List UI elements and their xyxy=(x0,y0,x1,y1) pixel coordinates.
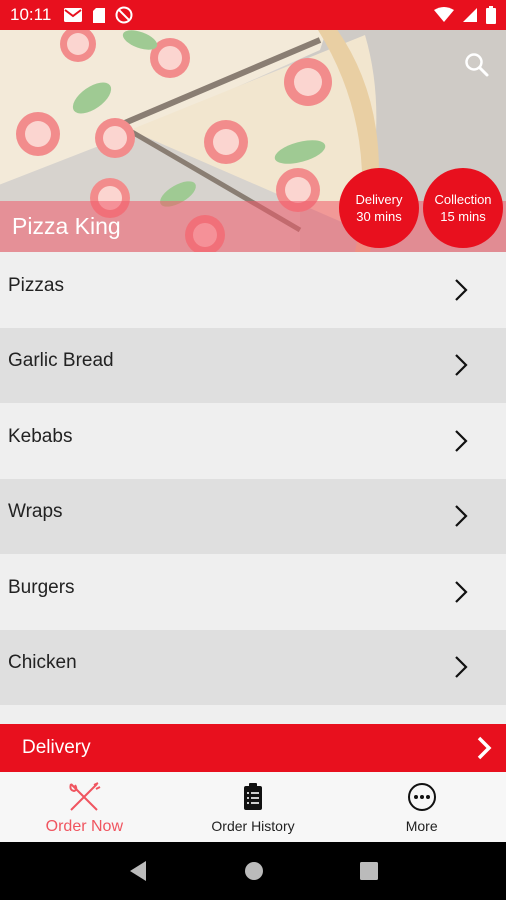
menu-category-list: Pizzas Garlic Bread Kebabs Wraps Burgers… xyxy=(0,252,506,705)
chevron-right-icon xyxy=(455,278,468,301)
search-icon xyxy=(465,53,489,77)
menu-item-label: Chicken xyxy=(8,652,77,674)
tab-order-history[interactable]: Order History xyxy=(169,772,338,842)
sd-card-icon xyxy=(93,7,106,23)
menu-item-label: Garlic Bread xyxy=(8,350,114,372)
bottom-tab-bar: Order Now Order History More xyxy=(0,772,506,842)
signal-icon xyxy=(463,8,477,22)
home-icon[interactable] xyxy=(244,861,264,881)
clipboard-icon xyxy=(242,780,264,814)
chevron-right-icon xyxy=(455,505,468,528)
collection-badge-label: Collection xyxy=(434,192,492,207)
chevron-right-icon xyxy=(455,354,468,377)
fork-knife-icon xyxy=(67,780,101,814)
collection-time-badge[interactable]: Collection 15 mins xyxy=(423,168,503,248)
chevron-right-icon xyxy=(455,656,468,679)
restaurant-name: Pizza King xyxy=(12,213,121,239)
back-icon[interactable] xyxy=(128,860,148,882)
delivery-badge-label: Delivery xyxy=(355,192,403,207)
menu-item-kebabs[interactable]: Kebabs xyxy=(0,403,506,479)
menu-item-wraps[interactable]: Wraps xyxy=(0,478,506,554)
menu-item-chicken[interactable]: Chicken xyxy=(0,629,506,705)
order-mode-label: Delivery xyxy=(22,737,91,758)
delivery-time-badge[interactable]: Delivery 30 mins xyxy=(339,168,419,248)
status-left-icons xyxy=(63,6,133,24)
tab-label: Order Now xyxy=(45,818,124,835)
chevron-right-icon xyxy=(455,429,468,452)
chevron-right-icon xyxy=(455,580,468,603)
more-icon xyxy=(407,780,437,814)
menu-item-label: Burgers xyxy=(8,576,75,598)
status-right-icons xyxy=(434,6,496,24)
do-not-disturb-icon xyxy=(115,6,133,24)
gmail-icon xyxy=(64,8,83,22)
menu-item-garlic-bread[interactable]: Garlic Bread xyxy=(0,327,506,403)
tab-order-now[interactable]: Order Now xyxy=(0,772,169,842)
menu-item-burgers[interactable]: Burgers xyxy=(0,554,506,630)
status-time: 10:11 xyxy=(10,5,52,24)
status-bar: 10:11 xyxy=(0,0,506,30)
battery-icon xyxy=(486,6,496,24)
menu-item-label: Wraps xyxy=(8,501,63,523)
order-mode-bar[interactable]: Delivery xyxy=(0,724,506,772)
tab-label: More xyxy=(405,818,438,834)
wifi-icon xyxy=(434,7,454,22)
delivery-badge-time: 30 mins xyxy=(356,209,402,224)
menu-item-label: Pizzas xyxy=(8,274,64,296)
tab-label: Order History xyxy=(211,818,295,834)
recents-icon[interactable] xyxy=(360,862,378,880)
chevron-right-icon xyxy=(477,736,492,760)
system-navigation-bar xyxy=(0,842,506,900)
menu-item-label: Kebabs xyxy=(8,425,73,447)
restaurant-header: Pizza King Delivery 30 mins Collection 1… xyxy=(0,30,506,252)
tab-more[interactable]: More xyxy=(337,772,506,842)
menu-item-pizzas[interactable]: Pizzas xyxy=(0,252,506,328)
collection-badge-time: 15 mins xyxy=(440,209,486,224)
search-button[interactable] xyxy=(462,50,492,80)
